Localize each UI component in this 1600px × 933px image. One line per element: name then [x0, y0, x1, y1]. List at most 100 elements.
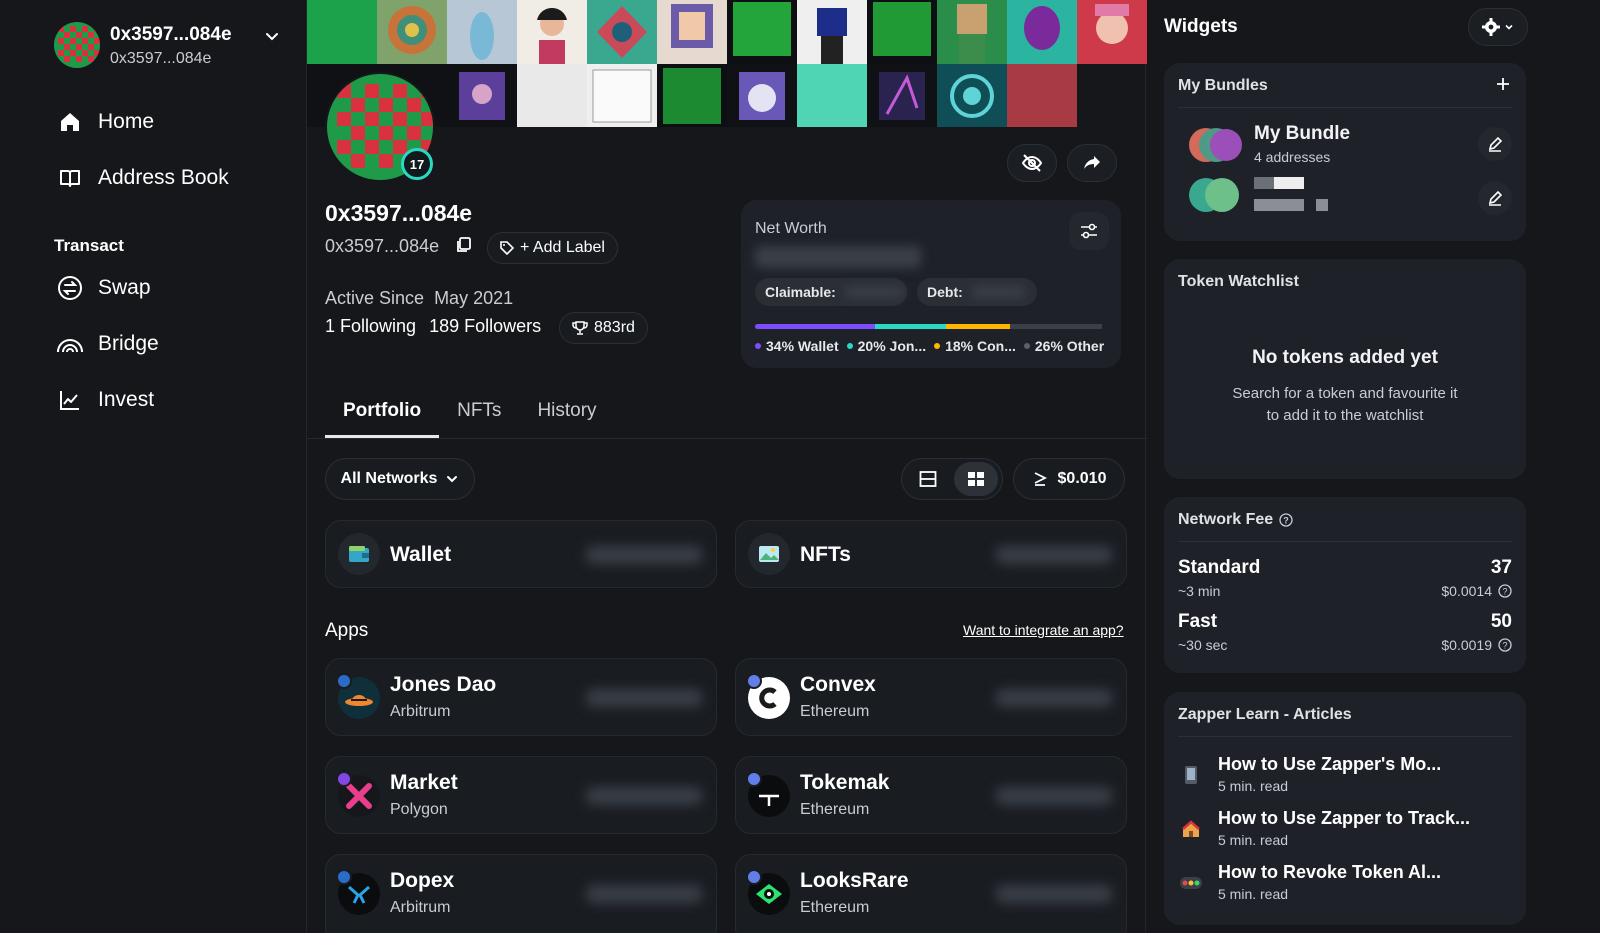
nav-address-book[interactable]: Address Book: [56, 158, 286, 198]
house-icon: [1178, 816, 1204, 842]
follow-stats: 1 Following 189 Followers: [325, 316, 549, 337]
claimable-value-hidden: [843, 286, 904, 298]
banner-nft: [1077, 0, 1147, 64]
grid-view-button[interactable]: [954, 462, 998, 496]
nav-bridge[interactable]: Bridge: [56, 324, 286, 364]
fee-standard-gwei: 37: [1490, 557, 1512, 578]
nav-swap[interactable]: Swap: [56, 268, 286, 308]
app-card[interactable]: Jones Dao Arbitrum: [325, 658, 717, 736]
copy-icon[interactable]: [455, 236, 473, 254]
bundle-name-redacted: [1254, 177, 1304, 189]
min-value-filter[interactable]: $0.010: [1013, 458, 1125, 500]
banner-nft: [657, 0, 727, 64]
plus-icon: [1494, 75, 1512, 93]
following-count[interactable]: 1 Following: [325, 316, 416, 336]
tab-nfts[interactable]: NFTs: [439, 386, 519, 438]
nav-home-label: Home: [98, 110, 155, 133]
nav-swap-label: Swap: [98, 276, 151, 299]
banner-nft: [727, 64, 797, 127]
bundle-name[interactable]: My Bundle: [1254, 123, 1350, 145]
fee-standard-usd: $0.0014 ?: [1441, 583, 1512, 599]
article-item[interactable]: How to Use Zapper's Mo... 5 min. read: [1178, 754, 1514, 800]
divider: [1178, 541, 1512, 542]
app-name: Jones Dao: [390, 673, 497, 696]
fee-fast-time: ~30 sec: [1178, 637, 1228, 653]
share-button[interactable]: [1067, 144, 1117, 182]
arbitrum-badge-icon: [336, 869, 352, 885]
app-card[interactable]: Convex Ethereum: [735, 658, 1127, 736]
tab-portfolio[interactable]: Portfolio: [325, 386, 440, 438]
widgets-settings-button[interactable]: [1468, 8, 1528, 46]
edit-bundle-button[interactable]: [1478, 181, 1512, 215]
network-fee-header: Network Fee ?: [1178, 511, 1293, 529]
nav-section-transact: Transact: [54, 236, 124, 255]
level-badge: 17: [401, 148, 433, 180]
banner-nft: [797, 0, 867, 64]
app-network: Ethereum: [800, 801, 870, 818]
followers-count[interactable]: 189 Followers: [429, 316, 541, 336]
add-label-button[interactable]: + Add Label: [487, 232, 618, 264]
network-select[interactable]: All Networks: [325, 458, 475, 500]
app-card[interactable]: Tokemak Ethereum: [735, 756, 1127, 834]
help-icon[interactable]: ?: [1279, 513, 1293, 527]
network-fee-widget: Network Fee ? Standard ~3 min 37 $0.0014…: [1164, 497, 1526, 673]
banner-nft: [377, 0, 447, 64]
article-item[interactable]: How to Revoke Token Al... 5 min. read: [1178, 862, 1514, 908]
app-value-hidden: [996, 885, 1112, 903]
tab-history[interactable]: History: [519, 386, 614, 438]
integrate-app-link[interactable]: Want to integrate an app?: [963, 622, 1124, 638]
ethereum-badge-icon: [746, 869, 762, 885]
help-icon[interactable]: ?: [1498, 638, 1512, 652]
app-card[interactable]: LooksRare Ethereum: [735, 854, 1127, 933]
rank-text: 883rd: [594, 319, 635, 336]
debt-value-hidden: [970, 286, 1025, 298]
edit-bundle-button[interactable]: [1478, 127, 1512, 161]
ethereum-badge-icon: [746, 673, 762, 689]
account-avatar[interactable]: [54, 22, 100, 68]
net-worth-label: Net Worth: [755, 220, 827, 237]
fee-fast-name: Fast: [1178, 611, 1218, 632]
active-since-value: May 2021: [434, 288, 514, 308]
banner-nft: [867, 64, 937, 127]
net-worth-value-hidden: [755, 246, 921, 268]
hide-balances-button[interactable]: [1007, 144, 1057, 182]
net-worth-settings-button[interactable]: [1069, 212, 1109, 250]
breakdown-segment: [1009, 324, 1102, 329]
list-view-button[interactable]: [906, 462, 950, 496]
min-value-text: $0.010: [1057, 470, 1107, 487]
traffic-icon: [1178, 870, 1204, 896]
legend-item: 20% Jon...: [846, 338, 926, 354]
app-value-hidden: [586, 787, 702, 805]
article-title: How to Use Zapper's Mo...: [1218, 754, 1442, 774]
article-title: How to Use Zapper to Track...: [1218, 808, 1471, 828]
tag-icon: [500, 241, 514, 255]
watchlist-empty-title: No tokens added yet: [1252, 347, 1438, 368]
share-icon: [1082, 153, 1102, 173]
apps-title: Apps: [325, 620, 369, 641]
banner-nft: [727, 0, 797, 64]
wallet-card[interactable]: Wallet: [325, 520, 717, 588]
bridge-icon: [56, 330, 84, 358]
app-card[interactable]: Dopex Arbitrum: [325, 854, 717, 933]
banner-nft: [587, 64, 657, 127]
eye-off-icon: [1021, 152, 1043, 174]
banner-nft: [447, 0, 517, 64]
rank-badge[interactable]: 883rd: [559, 312, 648, 344]
net-worth-legend: 34% Wallet 20% Jon... 18% Con... 26% Oth…: [755, 338, 1115, 354]
tabs-divider: [307, 438, 1147, 439]
fee-standard-name: Standard: [1178, 557, 1261, 578]
help-icon[interactable]: ?: [1498, 584, 1512, 598]
chevron-down-icon[interactable]: [264, 28, 280, 44]
nav-invest[interactable]: Invest: [56, 380, 286, 420]
nfts-card[interactable]: NFTs: [735, 520, 1127, 588]
nft-banner: [307, 0, 1147, 127]
article-read-time: 5 min. read: [1218, 886, 1289, 902]
nav-address-book-label: Address Book: [98, 166, 229, 189]
app-card[interactable]: Market Polygon: [325, 756, 717, 834]
nav-home[interactable]: Home: [56, 102, 286, 142]
network-select-label: All Networks: [340, 470, 438, 487]
debt-chip: Debt:: [917, 278, 1037, 306]
account-name[interactable]: 0x3597...084e: [110, 24, 232, 46]
article-item[interactable]: How to Use Zapper to Track... 5 min. rea…: [1178, 808, 1514, 854]
add-bundle-button[interactable]: [1494, 75, 1512, 93]
